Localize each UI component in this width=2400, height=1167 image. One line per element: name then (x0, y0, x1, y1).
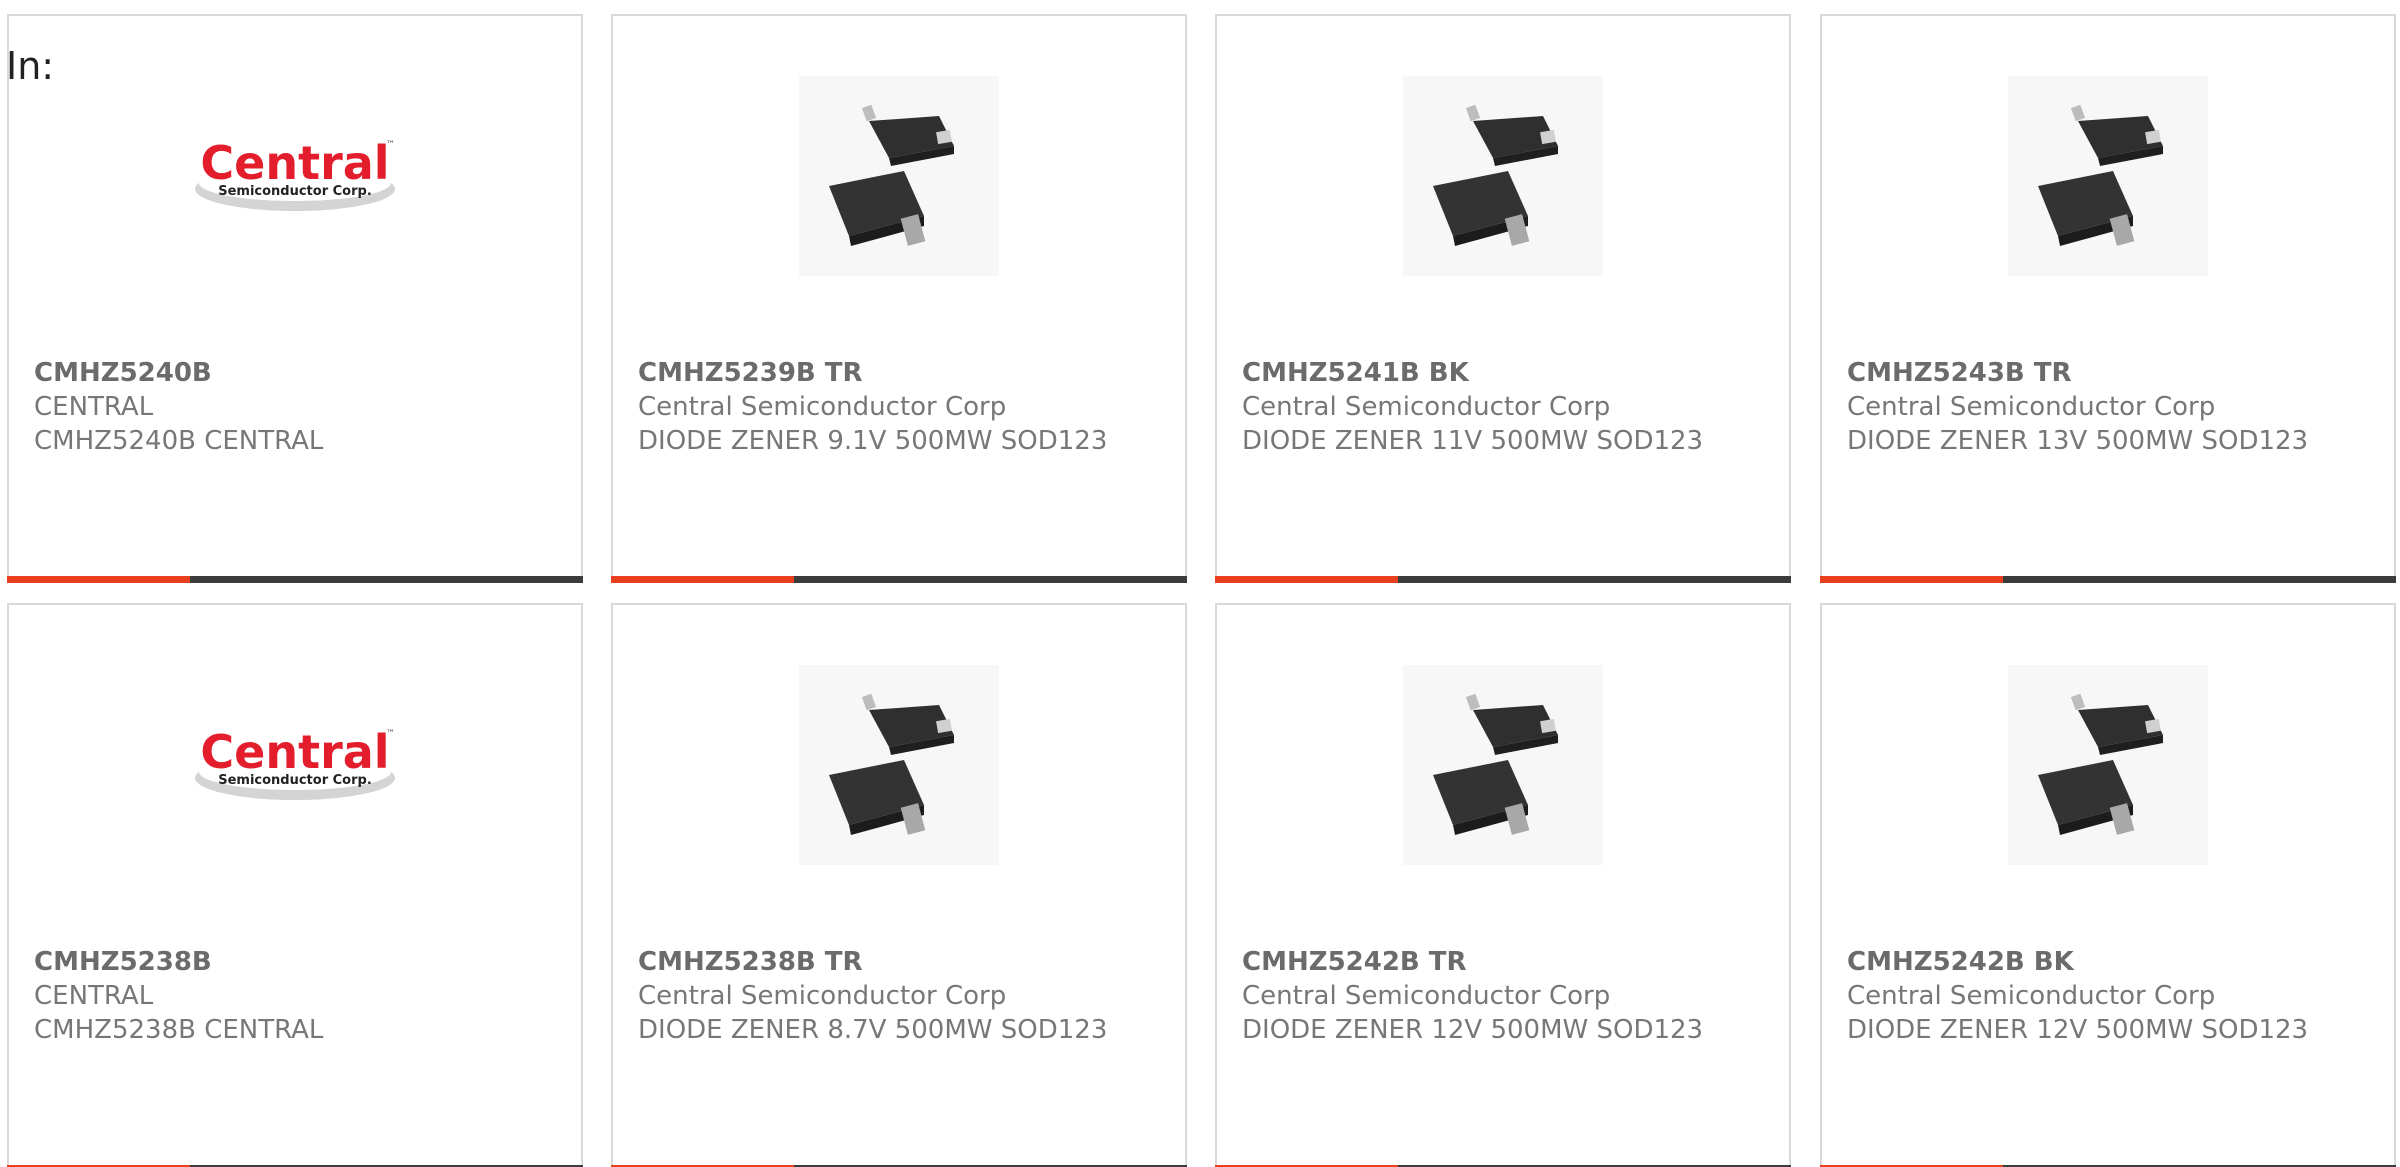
product-card[interactable]: CMHZ5241B BK Central Semiconductor Corp … (1215, 14, 1791, 583)
card-accent-bar (611, 576, 794, 583)
part-number[interactable]: CMHZ5242B TR (1242, 945, 1769, 979)
sod123-package-icon (2008, 76, 2208, 276)
part-number[interactable]: CMHZ5238B TR (638, 945, 1165, 979)
manufacturer-name: Central Semiconductor Corp (1242, 392, 1611, 422)
product-info: CMHZ5239B TR Central Semiconductor Corp … (638, 356, 1165, 458)
product-card[interactable]: CMHZ5238B TR Central Semiconductor Corp … (611, 603, 1187, 1167)
logo-tm-text: ™ (386, 140, 395, 150)
product-image (613, 76, 1185, 276)
manufacturer-name: Central Semiconductor Corp (1847, 392, 2216, 422)
part-number[interactable]: CMHZ5241B BK (1242, 356, 1769, 390)
product-card[interactable]: Central ™ Semiconductor Corp. CMHZ5240B … (7, 14, 583, 583)
product-image (1217, 665, 1789, 865)
product-image (613, 665, 1185, 865)
logo-tm-text: ™ (386, 729, 395, 739)
product-description: DIODE ZENER 13V 500MW SOD123 (1847, 426, 2309, 456)
product-card[interactable]: Central ™ Semiconductor Corp. CMHZ5238B … (7, 603, 583, 1167)
manufacturer-logo: Central ™ Semiconductor Corp. (9, 76, 581, 276)
product-card[interactable]: CMHZ5242B TR Central Semiconductor Corp … (1215, 603, 1791, 1167)
product-info: CMHZ5238B TR Central Semiconductor Corp … (638, 945, 1165, 1047)
product-card[interactable]: CMHZ5243B TR Central Semiconductor Corp … (1820, 14, 2396, 583)
sod123-package-icon (1403, 76, 1603, 276)
card-footer-bar (7, 576, 583, 583)
part-number[interactable]: CMHZ5242B BK (1847, 945, 2374, 979)
sod123-package-icon (2008, 665, 2208, 865)
product-image (1822, 76, 2394, 276)
product-description: DIODE ZENER 12V 500MW SOD123 (1242, 1015, 1704, 1045)
central-logo-icon: Central ™ Semiconductor Corp. (195, 136, 395, 211)
product-description: CMHZ5240B CENTRAL (34, 426, 324, 456)
manufacturer-name: Central Semiconductor Corp (1242, 981, 1611, 1011)
product-card[interactable]: CMHZ5242B BK Central Semiconductor Corp … (1820, 603, 2396, 1167)
part-number[interactable]: CMHZ5239B TR (638, 356, 1165, 390)
card-footer-bar (1215, 576, 1791, 583)
product-grid-page: In: Central ™ Semiconductor Corp. CMHZ52… (0, 0, 2400, 1167)
product-description: DIODE ZENER 11V 500MW SOD123 (1242, 426, 1704, 456)
product-description: DIODE ZENER 8.7V 500MW SOD123 (638, 1015, 1108, 1045)
logo-brand-text: Central (200, 725, 389, 779)
logo-brand-text: Central (200, 136, 389, 190)
manufacturer-name: CENTRAL (34, 981, 154, 1011)
product-info: CMHZ5242B BK Central Semiconductor Corp … (1847, 945, 2374, 1047)
product-image (1217, 76, 1789, 276)
sod123-package-icon (799, 76, 999, 276)
product-info: CMHZ5241B BK Central Semiconductor Corp … (1242, 356, 1769, 458)
manufacturer-name: CENTRAL (34, 392, 154, 422)
logo-sub-text: Semiconductor Corp. (218, 773, 372, 788)
product-info: CMHZ5240B CENTRAL CMHZ5240B CENTRAL (34, 356, 561, 458)
manufacturer-name: Central Semiconductor Corp (1847, 981, 2216, 1011)
manufacturer-name: Central Semiconductor Corp (638, 981, 1007, 1011)
product-card[interactable]: CMHZ5239B TR Central Semiconductor Corp … (611, 14, 1187, 583)
product-description: DIODE ZENER 12V 500MW SOD123 (1847, 1015, 2309, 1045)
product-info: CMHZ5242B TR Central Semiconductor Corp … (1242, 945, 1769, 1047)
central-logo-icon: Central ™ Semiconductor Corp. (195, 725, 395, 800)
part-number[interactable]: CMHZ5238B (34, 945, 561, 979)
in-label: In: (6, 44, 55, 88)
part-number[interactable]: CMHZ5243B TR (1847, 356, 2374, 390)
product-image (1822, 665, 2394, 865)
logo-sub-text: Semiconductor Corp. (218, 184, 372, 199)
manufacturer-logo: Central ™ Semiconductor Corp. (9, 665, 581, 865)
card-footer-bar (1820, 576, 2396, 583)
product-info: CMHZ5238B CENTRAL CMHZ5238B CENTRAL (34, 945, 561, 1047)
sod123-package-icon (1403, 665, 1603, 865)
part-number[interactable]: CMHZ5240B (34, 356, 561, 390)
card-accent-bar (7, 576, 190, 583)
card-accent-bar (1215, 576, 1398, 583)
product-description: CMHZ5238B CENTRAL (34, 1015, 324, 1045)
card-footer-bar (611, 576, 1187, 583)
product-description: DIODE ZENER 9.1V 500MW SOD123 (638, 426, 1108, 456)
manufacturer-name: Central Semiconductor Corp (638, 392, 1007, 422)
card-accent-bar (1820, 576, 2003, 583)
sod123-package-icon (799, 665, 999, 865)
product-info: CMHZ5243B TR Central Semiconductor Corp … (1847, 356, 2374, 458)
